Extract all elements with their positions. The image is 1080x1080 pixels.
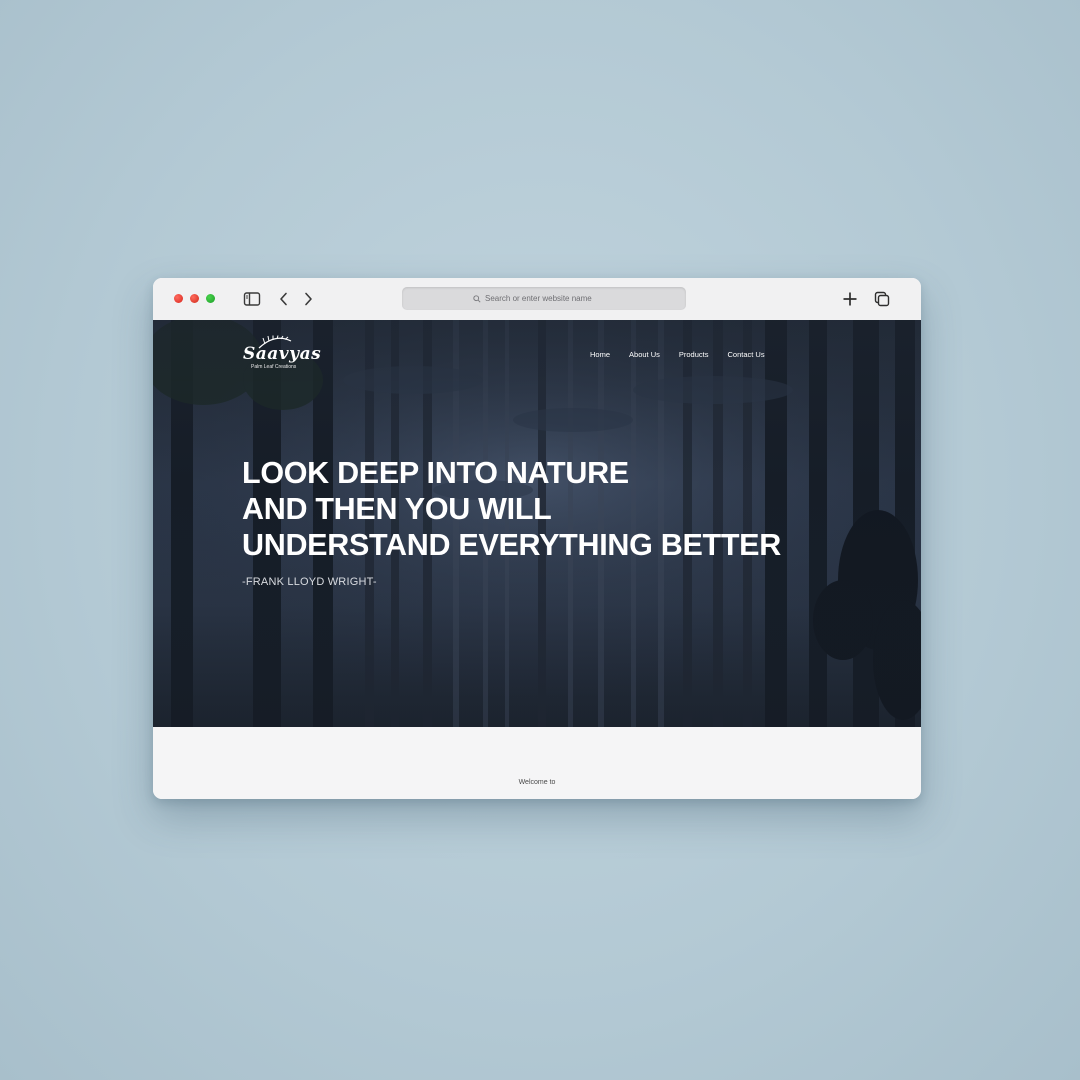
- headline-line-2: AND THEN YOU WILL: [242, 492, 552, 526]
- main-nav: Home About Us Products Contact Us: [590, 350, 784, 359]
- quote-attribution: -FRANK LLOYD WRIGHT-: [242, 576, 377, 588]
- nav-home[interactable]: Home: [590, 350, 610, 359]
- welcome-text: Welcome to: [518, 779, 556, 786]
- hero-section: Saavyas Palm Leaf Creations Home About U…: [153, 320, 921, 727]
- nav-products[interactable]: Products: [679, 350, 709, 359]
- hero-headline: LOOK DEEP INTO NATURE AND THEN YOU WILL …: [242, 455, 781, 563]
- minimize-window-button[interactable]: [190, 294, 199, 303]
- welcome-section: Welcome to: [153, 727, 921, 799]
- tab-overview-icon[interactable]: [873, 290, 891, 308]
- search-icon: [473, 294, 481, 303]
- close-window-button[interactable]: [174, 294, 183, 303]
- new-tab-icon[interactable]: [841, 290, 859, 308]
- browser-toolbar: [153, 278, 921, 321]
- address-bar[interactable]: [402, 287, 686, 310]
- nav-contact-us[interactable]: Contact Us: [727, 350, 764, 359]
- back-icon[interactable]: [275, 290, 293, 308]
- headline-line-3: UNDERSTAND EVERYTHING BETTER: [242, 528, 781, 562]
- site-logo[interactable]: Saavyas Palm Leaf Creations: [243, 335, 321, 373]
- address-input[interactable]: [485, 294, 615, 303]
- logo-tagline: Palm Leaf Creations: [251, 364, 297, 370]
- maximize-window-button[interactable]: [206, 294, 215, 303]
- browser-window: Saavyas Palm Leaf Creations Home About U…: [153, 278, 921, 799]
- forward-icon[interactable]: [299, 290, 317, 308]
- sidebar-icon[interactable]: [243, 290, 261, 308]
- headline-line-1: LOOK DEEP INTO NATURE: [242, 456, 629, 490]
- logo-wordmark: Saavyas: [243, 344, 322, 364]
- nav-about-us[interactable]: About Us: [629, 350, 660, 359]
